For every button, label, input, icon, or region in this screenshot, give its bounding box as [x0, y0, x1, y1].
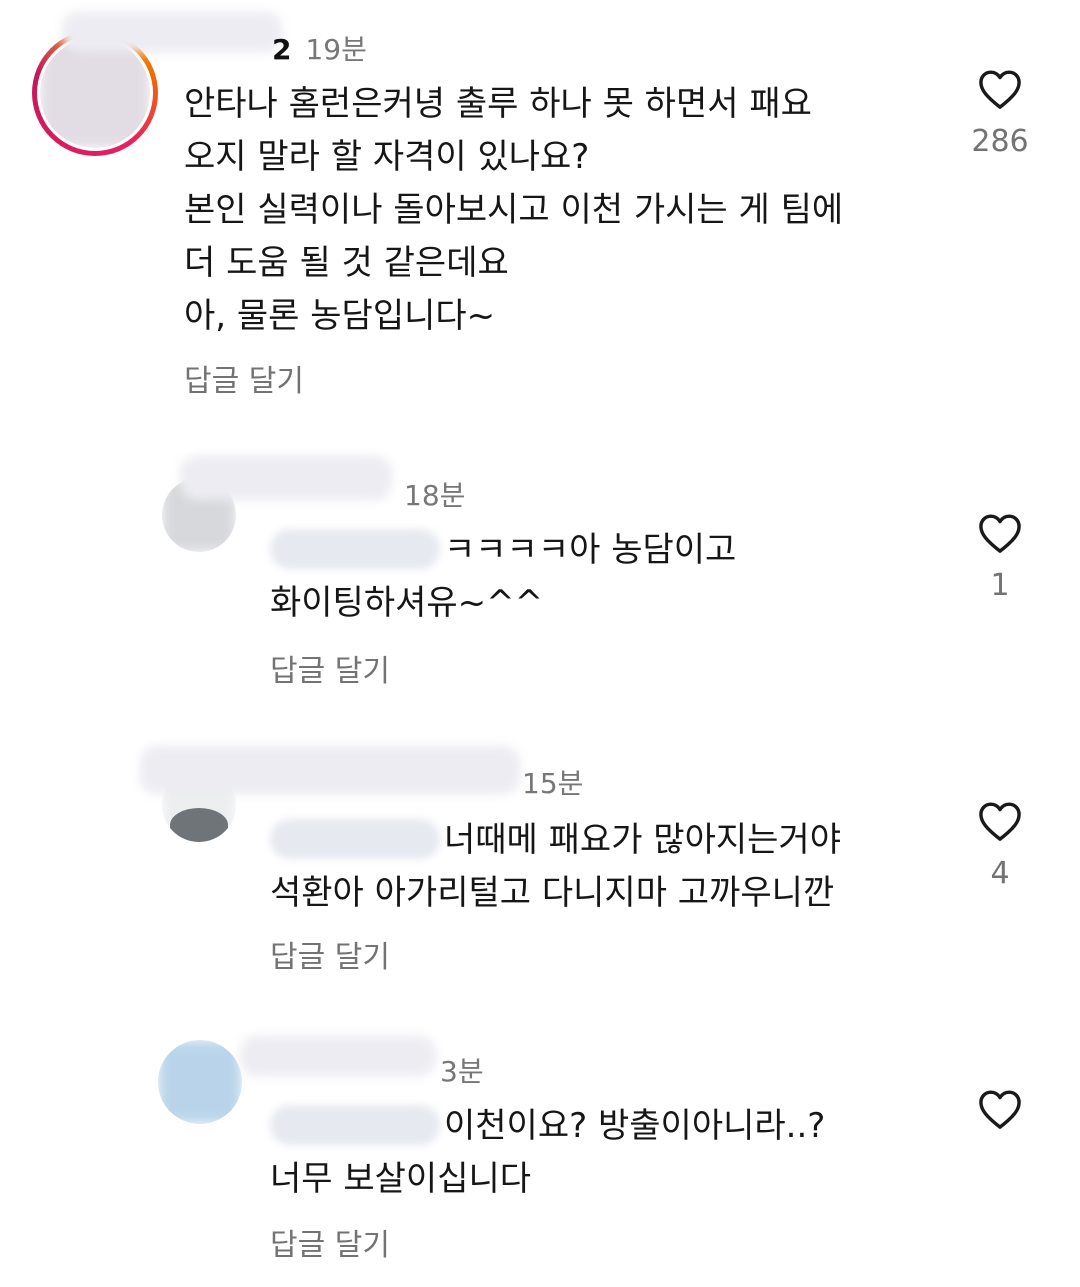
timestamp: 19분	[305, 33, 367, 66]
heart-outline-icon	[979, 1090, 1021, 1129]
comment-line: 본인 실력이나 돌아보시고 이천 가시는 게 팀에	[184, 190, 844, 230]
reply-comment: 15분 너때메 패요가 많아지는거야 석환아 아가리털고 다니지마 고까우니깐 …	[0, 710, 1080, 1000]
username-redacted	[180, 456, 392, 500]
comment-line: 안타나 홈런은커녕 출루 하나 못 하면서 패요	[184, 84, 812, 124]
mention-redacted[interactable]	[270, 529, 440, 569]
like-button[interactable]: 286	[970, 68, 1030, 159]
comment-line: 오지 말라 할 자격이 있나요?	[184, 137, 590, 177]
comment-text: 이천이요? 방출이아니라..? 너무 보살이십니다	[270, 1100, 825, 1206]
comment-line: 석환아 아가리털고 다니지마 고까우니깐	[270, 873, 835, 913]
comment-line: 너때메 패요가 많아지는거야	[270, 814, 841, 867]
comment-text: 안타나 홈런은커녕 출루 하나 못 하면서 패요 오지 말라 할 자격이 있나요…	[184, 78, 843, 343]
avatar[interactable]	[158, 1040, 242, 1124]
comment-meta: 2 19분	[272, 28, 367, 68]
like-count: 1	[990, 568, 1010, 603]
comment-line: 아, 물론 농담입니다~	[184, 296, 496, 336]
mention-redacted[interactable]	[270, 1105, 440, 1145]
comment-line-text: 이천이요? 방출이아니라..?	[444, 1106, 826, 1146]
username[interactable]: 2	[272, 33, 291, 66]
comment-text: ㅋㅋㅋㅋ아 농담이고 화이팅하셔유~^^	[270, 524, 736, 630]
heart-outline-icon	[979, 802, 1021, 841]
timestamp: 3분	[440, 1055, 484, 1088]
like-count: 286	[971, 124, 1029, 159]
reply-comment: 18분 ㅋㅋㅋㅋ아 농담이고 화이팅하셔유~^^ 답글 달기 1	[0, 420, 1080, 710]
username-redacted	[62, 12, 282, 52]
comment-line: 더 도움 될 것 같은데요	[184, 243, 509, 283]
username-redacted	[240, 1036, 436, 1076]
reply-button[interactable]: 답글 달기	[270, 646, 390, 690]
heart-outline-icon	[979, 70, 1021, 109]
heart-outline-icon	[979, 514, 1021, 553]
comment: 2 19분 안타나 홈런은커녕 출루 하나 못 하면서 패요 오지 말라 할 자격…	[0, 0, 1080, 420]
comment-line: 화이팅하셔유~^^	[270, 583, 544, 623]
comment-line-text: 너때메 패요가 많아지는거야	[444, 820, 841, 860]
username-redacted	[140, 746, 520, 794]
like-count: 4	[990, 856, 1010, 891]
like-button[interactable]: 4	[970, 800, 1030, 891]
like-button[interactable]: 1	[970, 512, 1030, 603]
comment-line: ㅋㅋㅋㅋ아 농담이고	[270, 524, 736, 577]
comment-line-text: ㅋㅋㅋㅋ아 농담이고	[444, 530, 737, 570]
reply-button[interactable]: 답글 달기	[270, 932, 390, 976]
like-button[interactable]	[970, 1088, 1030, 1144]
reply-comment: 3분 이천이요? 방출이아니라..? 너무 보살이십니다 답글 달기	[0, 1000, 1080, 1287]
comment-line: 너무 보살이십니다	[270, 1159, 532, 1199]
timestamp: 18분	[404, 479, 466, 512]
comment-line: 이천이요? 방출이아니라..?	[270, 1100, 825, 1153]
reply-button[interactable]: 답글 달기	[270, 1220, 390, 1264]
reply-button[interactable]: 답글 달기	[184, 356, 304, 400]
mention-redacted[interactable]	[270, 819, 440, 859]
timestamp: 15분	[522, 767, 584, 800]
comment-text: 너때메 패요가 많아지는거야 석환아 아가리털고 다니지마 고까우니깐	[270, 814, 841, 920]
avatar[interactable]	[40, 38, 150, 148]
